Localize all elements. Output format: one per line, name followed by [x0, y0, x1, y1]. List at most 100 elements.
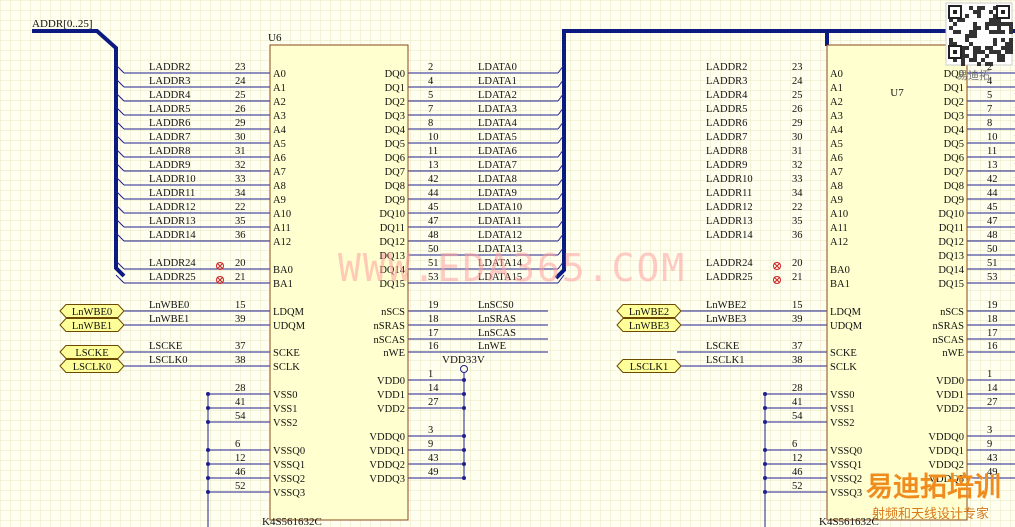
u7-pin-number-26: 26 [792, 104, 803, 115]
u7-pin-number-44: 44 [987, 188, 998, 199]
u6-pin-number-8: 8 [428, 118, 433, 129]
u6-net-label-ldata7: LDATA7 [478, 160, 517, 171]
qr-module [993, 30, 997, 34]
u6-net-label-ldata5: LDATA5 [478, 132, 517, 143]
u7-pin-name-a0: A0 [830, 69, 843, 80]
u7-pin-name-vss0: VSS0 [830, 390, 855, 401]
u6-net-label-lnscs0: LnSCS0 [478, 300, 514, 311]
u6-net-label-laddr24: LADDR24 [149, 258, 196, 269]
u6-pin-number-35: 35 [235, 216, 246, 227]
qr-module [997, 50, 1001, 54]
u7-pin-name-scke: SCKE [830, 348, 857, 359]
u7-pin-name-vdd0: VDD0 [936, 376, 964, 387]
u6-pin-name-a0: A0 [273, 69, 286, 80]
u7-pin-name-dq1: DQ1 [944, 83, 964, 94]
u6-pin-number-46: 46 [235, 467, 246, 478]
u7-pin-number-22: 22 [792, 202, 803, 213]
u7-pin-name-a8: A8 [830, 181, 843, 192]
power-net-label[interactable]: VDD33V [442, 354, 485, 366]
u7-pin-name-a12: A12 [830, 237, 848, 248]
u6-reference-designator: U6 [268, 32, 282, 44]
u7-pin-name-a4: A4 [830, 125, 844, 136]
u6-pin-name-vss0: VSS0 [273, 390, 298, 401]
u7-pin-number-5: 5 [987, 90, 992, 101]
u7-reference-designator: U7 [890, 87, 904, 99]
u6-net-label-lnsras: LnSRAS [478, 314, 516, 325]
u6-junction-dot [206, 406, 210, 410]
u7-pin-name-nsras: nSRAS [932, 321, 964, 332]
u7-pin-number-31: 31 [792, 146, 803, 157]
u6-pin-name-a10: A10 [273, 209, 291, 220]
u6-pin-number-15: 15 [235, 300, 246, 311]
u7-pin-name-a10: A10 [830, 209, 848, 220]
qr-module [997, 58, 1001, 62]
u6-port-label-lscke: LSCKE [75, 348, 108, 359]
u7-junction-dot [763, 448, 767, 452]
u6-port-label-lnwbe1: LnWBE1 [72, 321, 112, 332]
qr-module [1009, 50, 1013, 54]
qr-module [965, 46, 969, 50]
u7-pin-name-a9: A9 [830, 195, 843, 206]
u6-pin-number-26: 26 [235, 104, 246, 115]
u6-pin-name-dq4: DQ4 [385, 125, 406, 136]
schematic-canvas: U6K4S561632CLADDR2 23A0LADDR3 24A1LADDR4 25… [0, 0, 1015, 527]
u7-pin-number-24: 24 [792, 76, 803, 87]
qr-module [965, 54, 969, 58]
u6-pin-name-dq5: DQ5 [385, 139, 405, 150]
u7-pin-number-54: 54 [792, 411, 803, 422]
u6-pin-number-38: 38 [235, 355, 246, 366]
u6-pin-name-a12: A12 [273, 237, 291, 248]
u6-pin-name-nscs: nSCS [381, 307, 405, 318]
u6-pin-name-vddq1: VDDQ1 [369, 446, 405, 457]
u7-pin-name-vssq3: VSSQ3 [830, 488, 862, 499]
qr-module [985, 26, 989, 30]
u7-pin-name-vss2: VSS2 [830, 418, 855, 429]
u6-net-label-lnwbe0: LnWBE0 [149, 300, 189, 311]
u6-pin-number-2: 2 [428, 62, 433, 73]
u6-pin-name-dq2: DQ2 [385, 97, 405, 108]
u6-port-label-lsclk0: LSCLK0 [73, 362, 112, 373]
qr-module [981, 6, 985, 10]
u7-pin-name-dq11: DQ11 [939, 223, 964, 234]
u7-pin-name-a5: A5 [830, 139, 843, 150]
address-bus-label[interactable]: ADDR[0..25] [32, 18, 93, 30]
u6-net-label-ldata0: LDATA0 [478, 62, 517, 73]
u6-pin-name-vdd2: VDD2 [377, 404, 405, 415]
u6-net-label-ldata1: LDATA1 [478, 76, 517, 87]
u7-pin-name-vdd1: VDD1 [936, 390, 964, 401]
u6-junction-dot [206, 490, 210, 494]
qr-module [1005, 46, 1009, 50]
u7-net-label-lnwbe3: LnWBE3 [706, 314, 746, 325]
qr-module [1001, 38, 1005, 42]
u6-pin-name-vddq2: VDDQ2 [369, 460, 405, 471]
u6-net-label-ldata12: LDATA12 [478, 230, 522, 241]
qr-module [973, 50, 977, 54]
u7-pin-number-27: 27 [987, 397, 998, 408]
qr-module [1009, 46, 1013, 50]
u6-pin-number-43: 43 [428, 453, 439, 464]
qr-module [973, 22, 977, 26]
qr-module [989, 46, 993, 50]
qr-module [977, 62, 981, 66]
u7-port-label-lsclk1: LSCLK1 [630, 362, 669, 373]
u6-net-label-laddr4: LADDR4 [149, 90, 191, 101]
qr-module [997, 30, 1001, 34]
u7-net-label-laddr7: LADDR7 [706, 132, 747, 143]
qr-code-logo [945, 2, 1013, 66]
u6-pin-number-52: 52 [235, 481, 246, 492]
u6-pin-number-48: 48 [428, 230, 439, 241]
qr-finder-center [953, 50, 957, 54]
qr-caption: 易迪拓 [957, 68, 990, 82]
u6-net-label-laddr2: LADDR2 [149, 62, 190, 73]
u7-pin-name-vddq2: VDDQ2 [928, 460, 964, 471]
u7-pin-name-dq13: DQ13 [938, 251, 964, 262]
u7-pin-number-35: 35 [792, 216, 803, 227]
u6-pin-number-14: 14 [428, 383, 439, 394]
qr-module [1005, 50, 1009, 54]
u7-pin-number-50: 50 [987, 244, 998, 255]
u6-pin-number-33: 33 [235, 174, 246, 185]
u7-pin-number-18: 18 [987, 314, 998, 325]
u6-pin-name-a7: A7 [273, 167, 286, 178]
u7-pin-name-a2: A2 [830, 97, 843, 108]
u7-pin-name-ba1: BA1 [830, 279, 850, 290]
